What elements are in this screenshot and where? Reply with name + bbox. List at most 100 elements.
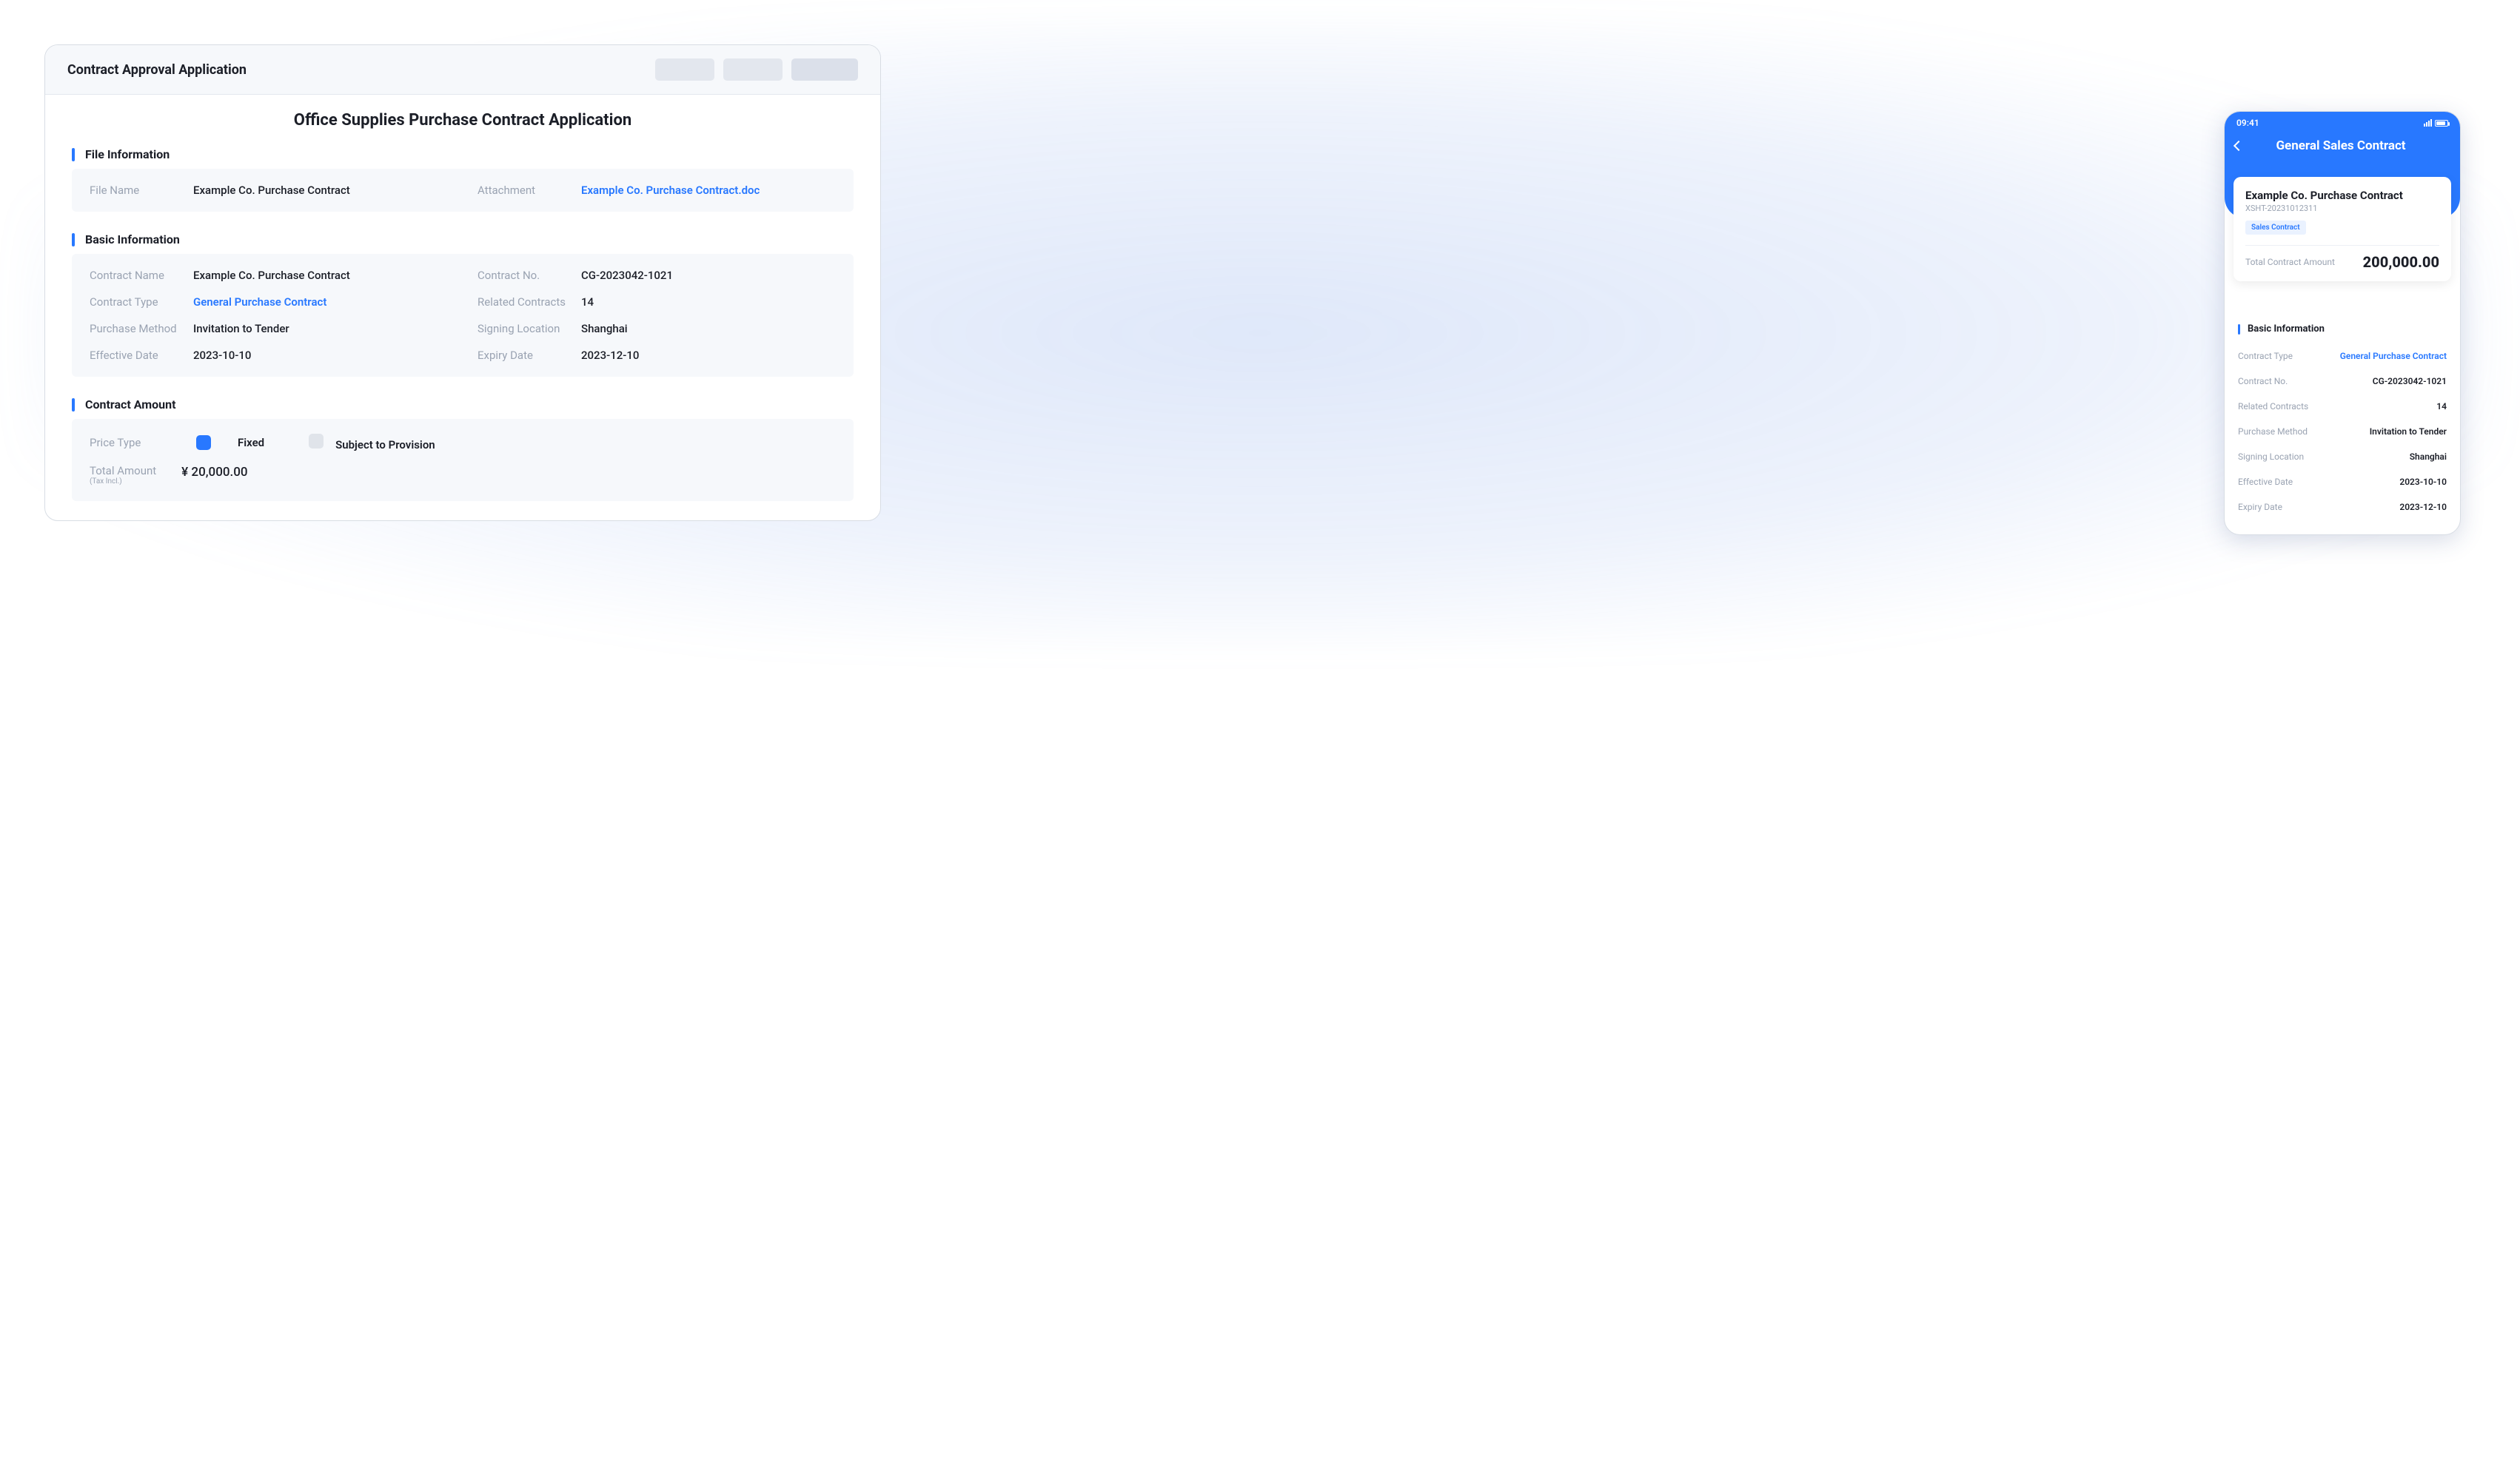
label-contract-no: Contract No. bbox=[477, 269, 581, 282]
desktop-header: Contract Approval Application bbox=[45, 45, 880, 95]
section-accent-bar bbox=[72, 148, 75, 161]
value-total-contract-amount: 200,000.00 bbox=[2363, 253, 2439, 271]
m-label-contract-no: Contract No. bbox=[2238, 376, 2288, 386]
page-title: Contract Approval Application bbox=[67, 62, 247, 78]
label-expiry-date: Expiry Date bbox=[477, 349, 581, 362]
m-label-effective-date: Effective Date bbox=[2238, 477, 2293, 487]
m-kv-contract-type: Contract Type General Purchase Contract bbox=[2238, 343, 2447, 369]
m-value-related-contracts: 14 bbox=[2436, 401, 2447, 412]
kv-attachment: Attachment Example Co. Purchase Contract… bbox=[477, 184, 836, 197]
value-contract-no: CG-2023042-1021 bbox=[581, 269, 836, 282]
m-label-signing-location: Signing Location bbox=[2238, 451, 2304, 462]
section-accent-bar bbox=[72, 233, 75, 246]
label-attachment: Attachment bbox=[477, 184, 581, 197]
section-head-file: File Information bbox=[72, 143, 854, 169]
kv-contract-no: Contract No. CG-2023042-1021 bbox=[477, 269, 836, 282]
summary-total-row: Total Contract Amount 200,000.00 bbox=[2245, 253, 2439, 271]
section-accent-bar bbox=[72, 398, 75, 412]
checkbox-fixed[interactable] bbox=[196, 435, 211, 450]
label-total-amount: Total Amount (Tax Incl.) bbox=[90, 465, 156, 486]
file-info-box: File Name Example Co. Purchase Contract … bbox=[72, 169, 854, 212]
m-label-related-contracts: Related Contracts bbox=[2238, 401, 2308, 412]
attachment-link[interactable]: Example Co. Purchase Contract.doc bbox=[581, 184, 836, 197]
kv-purchase-method: Purchase Method Invitation to Tender bbox=[90, 322, 448, 335]
value-total-amount: ¥ 20,000.00 bbox=[181, 465, 247, 480]
option-label-provision: Subject to Provision bbox=[335, 438, 435, 451]
status-bar: 09:41 bbox=[2225, 112, 2460, 134]
label-signing-location: Signing Location bbox=[477, 322, 581, 335]
value-expiry-date: 2023-12-10 bbox=[581, 349, 836, 362]
kv-file-name: File Name Example Co. Purchase Contract bbox=[90, 184, 448, 197]
value-signing-location: Shanghai bbox=[581, 322, 836, 335]
section-accent-bar bbox=[2238, 324, 2240, 335]
header-actions bbox=[655, 58, 858, 81]
label-price-type: Price Type bbox=[90, 436, 178, 449]
m-kv-effective-date: Effective Date 2023-10-10 bbox=[2238, 469, 2447, 494]
section-title-basic: Basic Information bbox=[85, 232, 180, 246]
desktop-body: Office Supplies Purchase Contract Applic… bbox=[45, 95, 880, 520]
header-action-button-1[interactable] bbox=[655, 58, 714, 81]
m-section-title-basic: Basic Information bbox=[2248, 323, 2325, 335]
desktop-window: Contract Approval Application Office Sup… bbox=[44, 44, 881, 521]
header-action-button-3[interactable] bbox=[791, 58, 858, 81]
kv-effective-date: Effective Date 2023-10-10 bbox=[90, 349, 448, 362]
label-file-name: File Name bbox=[90, 184, 193, 197]
value-related-contracts: 14 bbox=[581, 295, 836, 309]
kv-contract-type: Contract Type General Purchase Contract bbox=[90, 295, 448, 309]
m-contract-type-link[interactable]: General Purchase Contract bbox=[2340, 351, 2447, 361]
label-contract-type: Contract Type bbox=[90, 295, 193, 309]
value-contract-name: Example Co. Purchase Contract bbox=[193, 269, 448, 282]
label-related-contracts: Related Contracts bbox=[477, 295, 581, 309]
section-head-amount: Contract Amount bbox=[72, 393, 854, 419]
signal-icon bbox=[2424, 119, 2432, 127]
checkbox-provision[interactable] bbox=[309, 434, 324, 449]
m-value-signing-location: Shanghai bbox=[2410, 451, 2447, 462]
summary-code: XSHT-20231012311 bbox=[2245, 204, 2439, 213]
mobile-page-title: General Sales Contract bbox=[2232, 138, 2450, 153]
m-section-head-basic: Basic Information bbox=[2238, 323, 2447, 335]
kv-expiry-date: Expiry Date 2023-12-10 bbox=[477, 349, 836, 362]
value-effective-date: 2023-10-10 bbox=[193, 349, 448, 362]
section-title-file: File Information bbox=[85, 147, 170, 161]
contract-tag: Sales Contract bbox=[2245, 221, 2306, 235]
m-value-contract-no: CG-2023042-1021 bbox=[2373, 376, 2447, 386]
label-contract-name: Contract Name bbox=[90, 269, 193, 282]
m-label-purchase-method: Purchase Method bbox=[2238, 426, 2308, 437]
battery-icon bbox=[2435, 120, 2448, 127]
m-kv-expiry-date: Expiry Date 2023-12-10 bbox=[2238, 494, 2447, 520]
contract-type-link[interactable]: General Purchase Contract bbox=[193, 295, 448, 309]
kv-contract-name: Contract Name Example Co. Purchase Contr… bbox=[90, 269, 448, 282]
kv-related-contracts: Related Contracts 14 bbox=[477, 295, 836, 309]
label-total-contract-amount: Total Contract Amount bbox=[2245, 257, 2335, 267]
mobile-nav: General Sales Contract bbox=[2225, 134, 2460, 161]
m-kv-signing-location: Signing Location Shanghai bbox=[2238, 444, 2447, 469]
kv-signing-location: Signing Location Shanghai bbox=[477, 322, 836, 335]
summary-card: Example Co. Purchase Contract XSHT-20231… bbox=[2234, 177, 2451, 281]
price-type-row: Price Type Fixed Subject to Provision bbox=[90, 434, 836, 451]
summary-title: Example Co. Purchase Contract bbox=[2245, 189, 2439, 202]
m-value-purchase-method: Invitation to Tender bbox=[2370, 426, 2447, 437]
label-purchase-method: Purchase Method bbox=[90, 322, 193, 335]
label-effective-date: Effective Date bbox=[90, 349, 193, 362]
status-icons bbox=[2424, 119, 2448, 127]
m-label-expiry-date: Expiry Date bbox=[2238, 502, 2282, 512]
contract-title: Office Supplies Purchase Contract Applic… bbox=[72, 111, 854, 130]
m-value-effective-date: 2023-10-10 bbox=[2399, 477, 2447, 487]
divider bbox=[2245, 245, 2439, 246]
m-kv-related-contracts: Related Contracts 14 bbox=[2238, 394, 2447, 419]
value-purchase-method: Invitation to Tender bbox=[193, 322, 448, 335]
section-title-amount: Contract Amount bbox=[85, 397, 176, 412]
mobile-device: 09:41 General Sales Contract Example Co.… bbox=[2224, 111, 2461, 535]
m-label-contract-type: Contract Type bbox=[2238, 351, 2293, 361]
m-kv-contract-no: Contract No. CG-2023042-1021 bbox=[2238, 369, 2447, 394]
m-kv-purchase-method: Purchase Method Invitation to Tender bbox=[2238, 419, 2447, 444]
section-head-basic: Basic Information bbox=[72, 228, 854, 254]
option-label-fixed: Fixed bbox=[238, 436, 264, 449]
value-file-name: Example Co. Purchase Contract bbox=[193, 184, 448, 197]
status-time: 09:41 bbox=[2236, 118, 2259, 128]
m-value-expiry-date: 2023-12-10 bbox=[2399, 502, 2447, 512]
total-amount-row: Total Amount (Tax Incl.) ¥ 20,000.00 bbox=[90, 465, 836, 486]
header-action-button-2[interactable] bbox=[723, 58, 783, 81]
amount-box: Price Type Fixed Subject to Provision To… bbox=[72, 419, 854, 501]
basic-info-box: Contract Name Example Co. Purchase Contr… bbox=[72, 254, 854, 377]
